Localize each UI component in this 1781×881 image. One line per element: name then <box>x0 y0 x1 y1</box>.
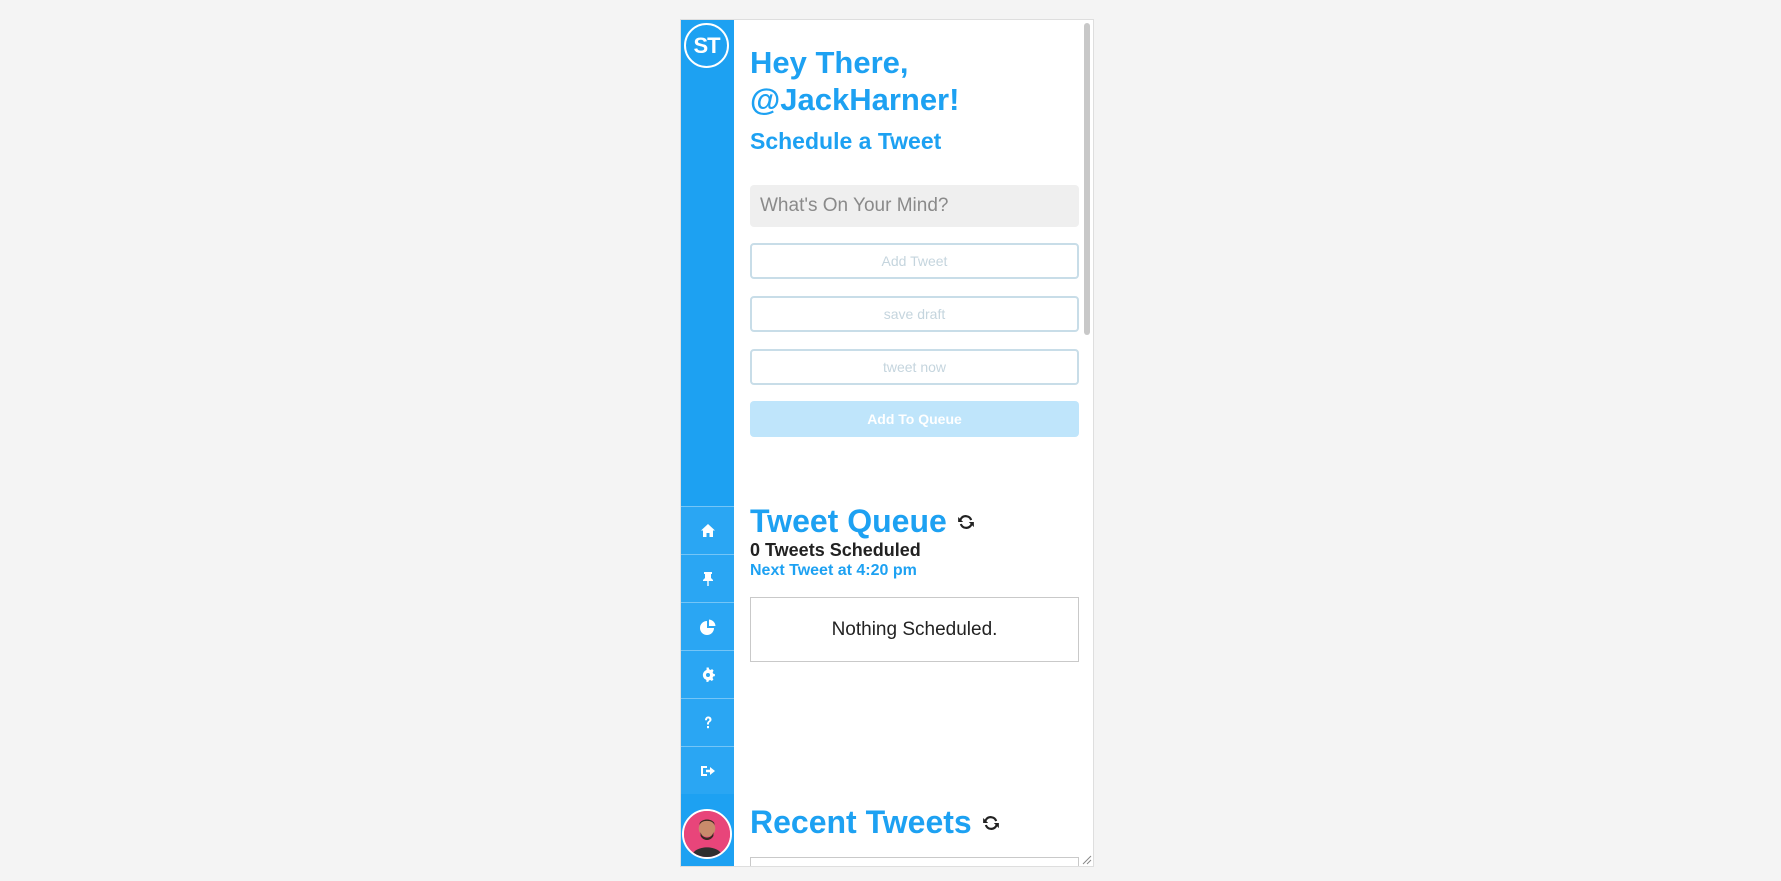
save-draft-button[interactable]: save draft <box>750 296 1079 332</box>
tweet-queue-heading: Tweet Queue <box>750 503 975 540</box>
greeting-username: @JackHarner! <box>750 82 960 117</box>
tweet-input[interactable] <box>750 185 1079 227</box>
recent-tweets-list <box>750 857 1079 866</box>
sidebar-nav <box>681 506 734 794</box>
greeting-line1: Hey There, <box>750 45 909 80</box>
nav-settings[interactable] <box>681 650 734 698</box>
next-tweet-time: Next Tweet at 4:20 pm <box>750 562 917 579</box>
sidebar: ST <box>681 20 734 866</box>
nav-logout[interactable] <box>681 746 734 794</box>
recent-tweets-heading: Recent Tweets <box>750 804 1000 841</box>
nav-analytics[interactable] <box>681 602 734 650</box>
nav-home[interactable] <box>681 506 734 554</box>
schedule-heading: Schedule a Tweet <box>750 128 942 154</box>
add-to-queue-button[interactable]: Add To Queue <box>750 401 1079 437</box>
question-icon <box>704 716 711 728</box>
scrollbar-thumb[interactable] <box>1084 23 1090 335</box>
queue-empty-state: Nothing Scheduled. <box>750 597 1079 662</box>
scheduled-count: 0 Tweets Scheduled <box>750 540 921 560</box>
sign-out-icon <box>700 765 715 776</box>
app-logo[interactable]: ST <box>684 23 729 68</box>
pie-chart-icon <box>699 619 715 635</box>
nav-pinned[interactable] <box>681 554 734 602</box>
resize-handle-icon[interactable] <box>1080 853 1092 865</box>
add-tweet-button[interactable]: Add Tweet <box>750 243 1079 279</box>
tweet-queue-title: Tweet Queue <box>750 503 947 539</box>
main-content: Hey There, @JackHarner! Schedule a Tweet… <box>734 20 1093 866</box>
app-window: ST Hey There, @JackHarner! Schedule a Tw… <box>680 19 1094 867</box>
refresh-queue-icon[interactable] <box>957 513 975 531</box>
recent-tweets-title: Recent Tweets <box>750 804 972 840</box>
refresh-recent-icon[interactable] <box>982 814 1000 832</box>
avatar[interactable] <box>682 809 732 859</box>
tweet-now-button[interactable]: tweet now <box>750 349 1079 385</box>
nav-help[interactable] <box>681 698 734 746</box>
page-title: Hey There, @JackHarner! <box>750 44 1077 118</box>
user-avatar-image <box>684 811 730 857</box>
gear-icon <box>702 666 715 682</box>
pin-icon <box>702 571 713 586</box>
home-icon <box>700 523 715 537</box>
